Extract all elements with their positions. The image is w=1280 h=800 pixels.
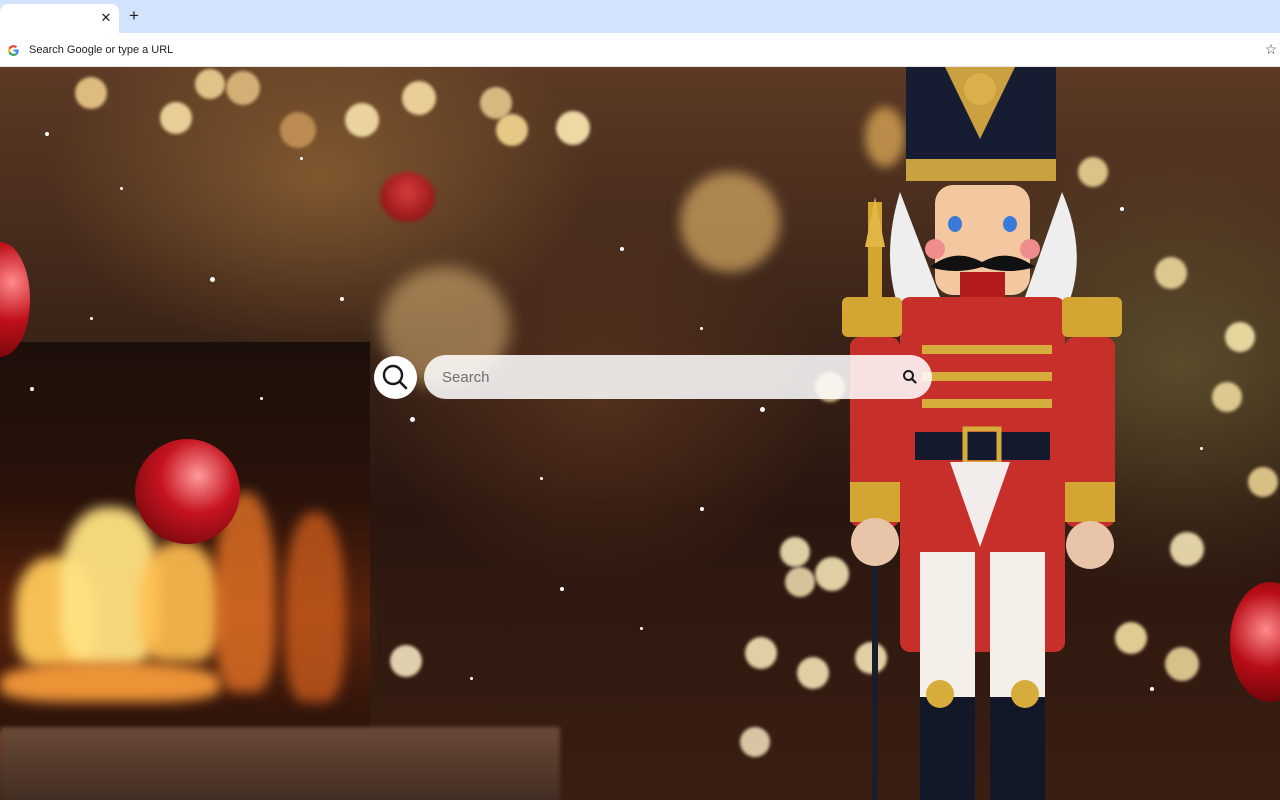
snowflake (300, 157, 303, 160)
search-icon (382, 364, 408, 390)
bokeh-light (1170, 532, 1204, 566)
bokeh-light (390, 645, 422, 677)
google-g-icon (8, 45, 19, 56)
omnibox-placeholder: Search Google or type a URL (29, 44, 174, 56)
bokeh-light (496, 114, 528, 146)
bokeh-light (745, 637, 777, 669)
bokeh-light (1212, 382, 1242, 412)
snowflake (210, 277, 215, 282)
bokeh-light (785, 567, 815, 597)
bokeh-light (195, 69, 225, 99)
bokeh-light (740, 727, 770, 757)
snowflake (30, 387, 34, 391)
bokeh-light (1155, 257, 1187, 289)
red-ornament (135, 439, 240, 544)
bokeh-light (556, 111, 590, 145)
bokeh-light (797, 657, 829, 689)
snowflake (410, 417, 415, 422)
star-icon[interactable]: ☆ (1263, 41, 1279, 57)
snowflake (560, 587, 564, 591)
red-ornament (1230, 582, 1280, 702)
bokeh-light (160, 102, 192, 134)
snowflake (640, 627, 643, 630)
fire-flame (140, 542, 220, 662)
snowflake (620, 247, 624, 251)
search-input[interactable]: Search (424, 355, 932, 399)
search-placeholder: Search (442, 369, 490, 386)
omnibox[interactable]: Search Google or type a URL ☆ (0, 35, 1280, 65)
bokeh-light (75, 77, 107, 109)
bokeh-light (402, 81, 436, 115)
search-button[interactable] (374, 356, 417, 399)
snowflake (470, 677, 473, 680)
nutcracker-figure (842, 67, 1122, 800)
fire-embers (0, 662, 220, 702)
bokeh-light (780, 537, 810, 567)
bokeh-light (345, 103, 379, 137)
snowflake (700, 507, 704, 511)
snowflake (1150, 687, 1154, 691)
new-tab-page-background: Search (0, 67, 1280, 800)
tab-strip: ✕ + (0, 0, 1280, 33)
bokeh-light (280, 112, 316, 148)
bokeh-light (1225, 322, 1255, 352)
snowflake (120, 187, 123, 190)
close-tab-button[interactable]: ✕ (98, 10, 114, 26)
snowflake (260, 397, 263, 400)
snowflake (90, 317, 93, 320)
red-ornament (0, 242, 30, 357)
snowflake (1120, 207, 1124, 211)
bokeh-light (1248, 467, 1278, 497)
snowflake (340, 297, 344, 301)
bokeh-light (680, 172, 780, 272)
snowflake (1200, 447, 1203, 450)
red-ornament (380, 172, 435, 222)
snowflake (760, 407, 765, 412)
search-icon[interactable] (901, 368, 919, 386)
snowflake (540, 477, 543, 480)
snowflake (45, 132, 49, 136)
tab-new-tab[interactable]: ✕ (0, 4, 119, 33)
toolbar: Search Google or type a URL ☆ (0, 33, 1280, 67)
hearth-ledge (0, 727, 560, 800)
new-tab-button[interactable]: + (125, 7, 143, 25)
snowflake (700, 327, 703, 330)
bokeh-light (1165, 647, 1199, 681)
fire-flame (285, 512, 345, 702)
bokeh-light (226, 71, 260, 105)
